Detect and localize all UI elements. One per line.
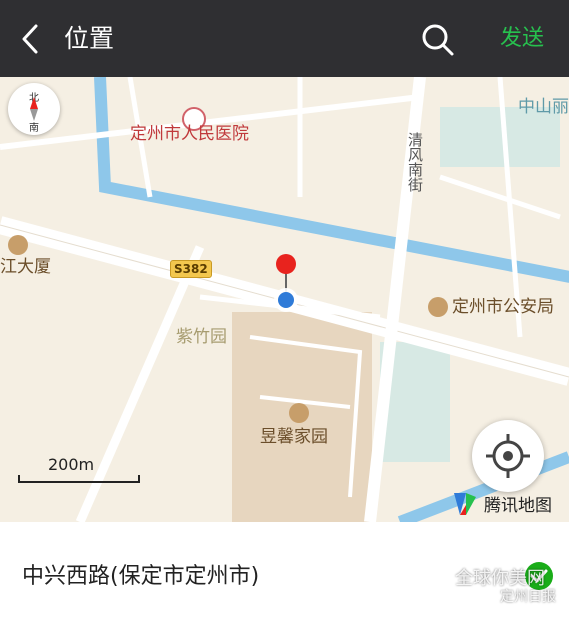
- tencent-map-logo-icon: [454, 493, 476, 515]
- yuxin-home-label: 昱馨家园: [260, 427, 328, 447]
- map-provider-label: 腾讯地图: [484, 496, 552, 516]
- government-icon: [428, 297, 448, 317]
- hospital-label: 定州市人民医院: [130, 124, 249, 144]
- selected-location-item[interactable]: 中兴西路(保定市定州市) 全球你美网 定州日报: [0, 522, 569, 618]
- zizhu-garden-label: 紫竹园: [176, 327, 227, 347]
- search-button[interactable]: [418, 20, 458, 60]
- jiang-tower-label: 江大厦: [0, 257, 51, 277]
- watermark-line2: 定州日报: [500, 589, 556, 605]
- home-icon: [289, 403, 309, 423]
- qingfeng-street-label: 清风南街: [406, 132, 424, 192]
- scale-bar: [18, 475, 140, 483]
- compass-button[interactable]: 北 南: [8, 83, 60, 135]
- locate-me-button[interactable]: [472, 420, 544, 492]
- scale-label: 200m: [48, 455, 95, 474]
- search-icon: [422, 24, 454, 56]
- crosshair-icon: [486, 434, 530, 478]
- address-label: 中兴西路(保定市定州市): [22, 564, 260, 589]
- send-button[interactable]: 发送: [500, 24, 544, 54]
- top-navigation-bar: 位置 发送: [0, 0, 569, 77]
- building-icon: [8, 235, 28, 255]
- map-view[interactable]: 北 南 定州市人民医院 中山丽 清风南街 江大厦 S382 定州市公安局 紫竹园…: [0, 77, 569, 522]
- compass-south-label: 南: [29, 123, 39, 134]
- zhongshan-label: 中山丽: [518, 97, 569, 117]
- route-shield: S382: [170, 260, 212, 278]
- chevron-left-icon: [22, 24, 38, 54]
- public-security-label: 定州市公安局: [452, 297, 554, 317]
- page-title: 位置: [64, 24, 115, 53]
- map-pin-icon: [274, 254, 298, 312]
- back-button[interactable]: [14, 20, 50, 58]
